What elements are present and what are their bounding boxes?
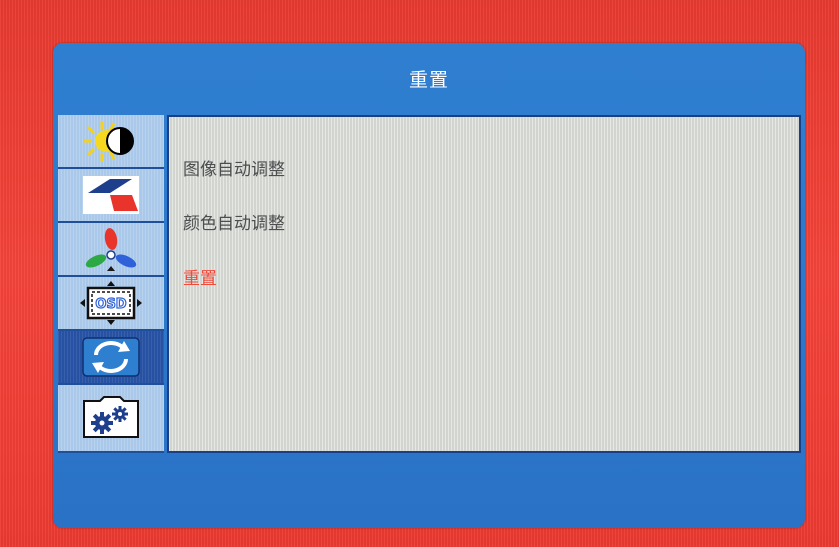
brightness-contrast-icon: [84, 121, 134, 161]
reset-icon: [82, 337, 140, 377]
osd-settings-icon: OSD: [80, 281, 142, 325]
sidebar-item-image[interactable]: [58, 169, 164, 223]
menu-item-auto-color-adjust[interactable]: 颜色自动调整: [183, 209, 285, 234]
image-adjust-icon: [83, 176, 139, 214]
menu-item-reset[interactable]: 重置: [183, 264, 217, 289]
menu-item-auto-image-adjust[interactable]: 图像自动调整: [183, 155, 285, 180]
osd-sidebar: OSD: [58, 115, 164, 453]
svg-text:OSD: OSD: [95, 297, 126, 312]
osd-title: 重置: [408, 68, 449, 91]
sidebar-item-color[interactable]: [58, 223, 164, 277]
osd-footer-bar: [53, 458, 805, 528]
sidebar-item-brightness[interactable]: [58, 115, 164, 169]
osd-content-area: 图像自动调整 颜色自动调整 重置: [167, 115, 801, 453]
system-settings-icon: [83, 396, 139, 438]
color-settings-icon: [85, 228, 137, 271]
sidebar-item-osd[interactable]: OSD: [58, 277, 164, 331]
sidebar-item-settings[interactable]: [58, 385, 164, 453]
monitor-screen: 重置 OSD 图像自动调整 颜色自动调整 重置: [0, 0, 839, 547]
osd-menu-panel: 重置 OSD 图像自动调整 颜色自动调整 重置: [53, 43, 805, 528]
sidebar-item-reset[interactable]: [58, 331, 164, 385]
